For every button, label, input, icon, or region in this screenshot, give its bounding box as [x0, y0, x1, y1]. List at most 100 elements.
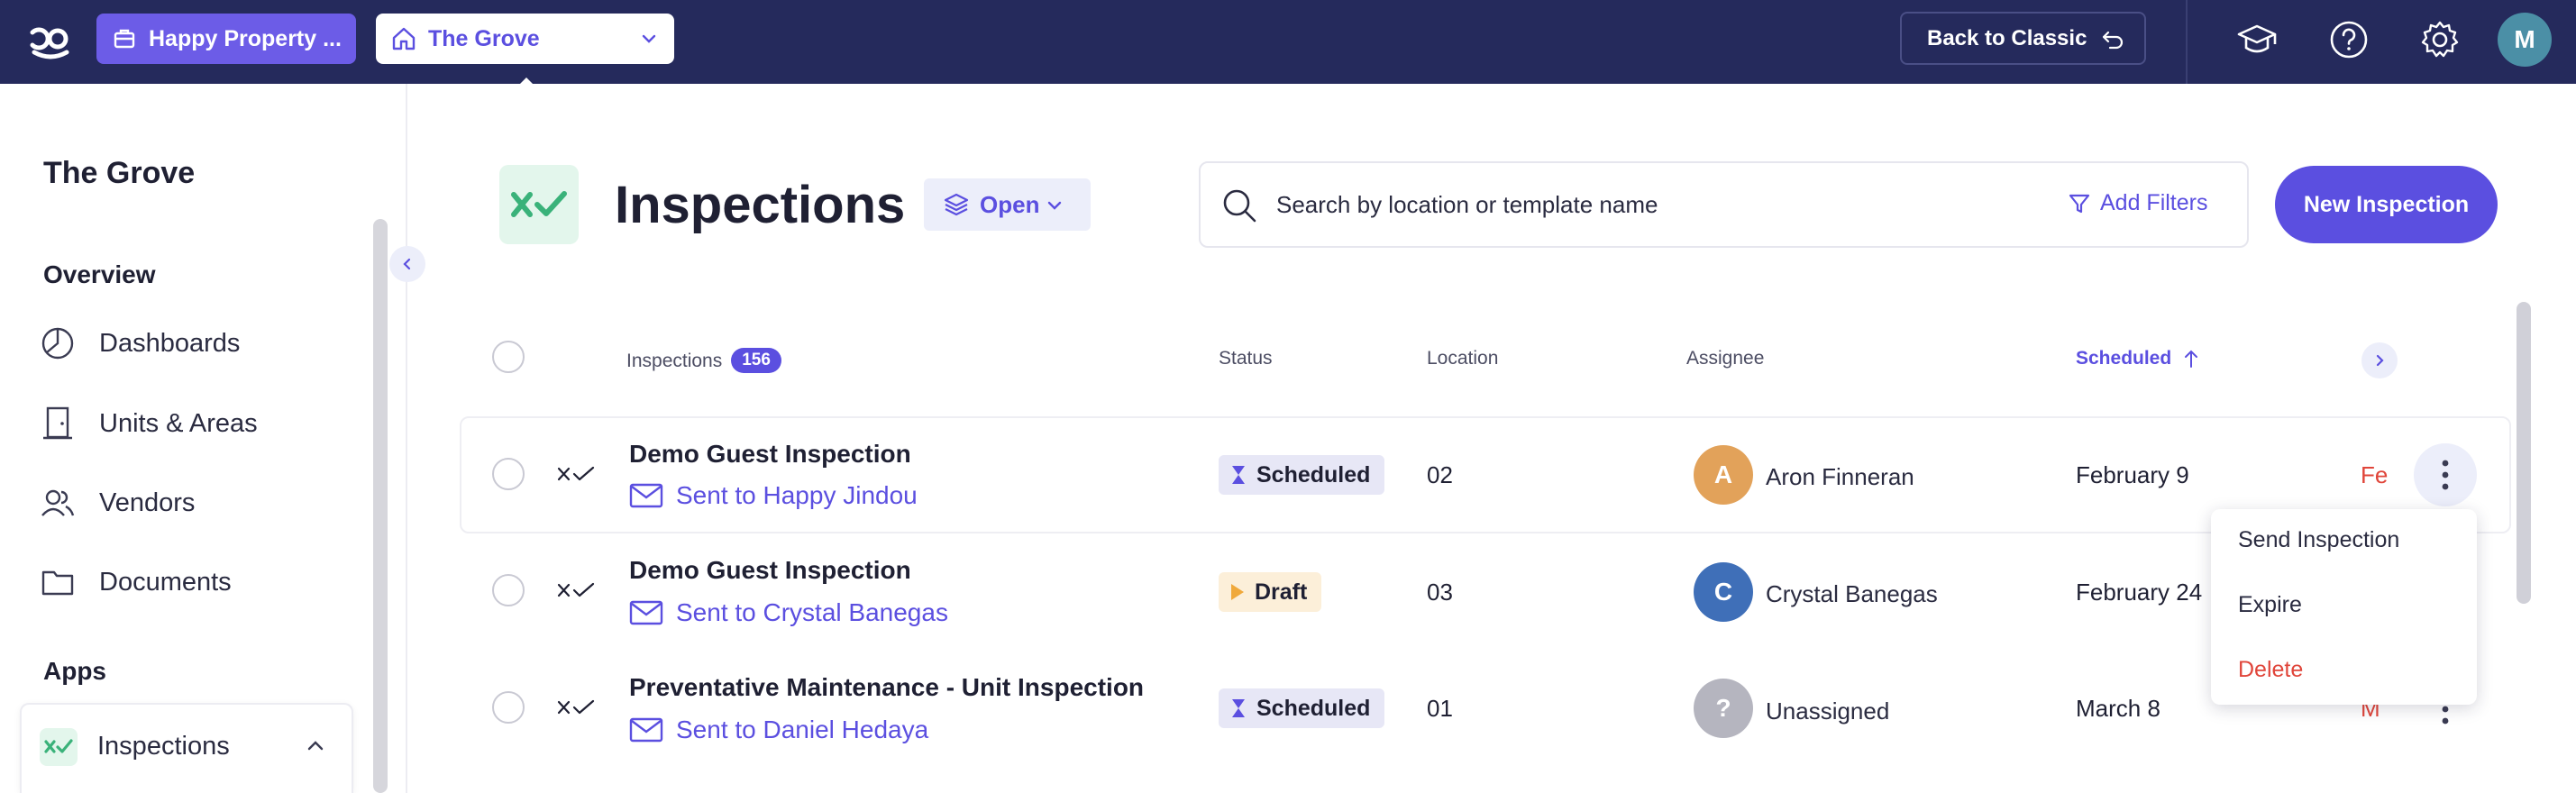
column-header-label: Scheduled	[2076, 348, 2172, 369]
status-filter-dropdown[interactable]: Open	[924, 178, 1091, 231]
sidebar-section-overview: Overview	[43, 260, 156, 288]
inspection-type-icon	[557, 466, 595, 481]
column-header-assignee[interactable]: Assignee	[1686, 348, 1764, 369]
column-header-status[interactable]: Status	[1219, 348, 1273, 369]
back-to-classic-button[interactable]: Back to Classic	[1900, 12, 2146, 65]
table-row-highlight[interactable]	[460, 416, 2511, 533]
sidebar-title: The Grove	[43, 156, 196, 190]
folder-icon	[41, 570, 74, 596]
search-icon	[1223, 189, 1256, 223]
menu-item-send-inspection[interactable]: Send Inspection	[2238, 527, 2399, 553]
menu-item-delete[interactable]: Delete	[2238, 657, 2303, 683]
chevron-up-icon[interactable]	[305, 735, 326, 757]
sidebar-item-dashboards[interactable]: Dashboards	[40, 325, 240, 361]
search-input[interactable]	[1276, 185, 1997, 224]
mail-icon	[629, 600, 663, 625]
select-all-checkbox[interactable]	[492, 341, 525, 373]
row-title[interactable]: Preventative Maintenance - Unit Inspecti…	[629, 673, 1144, 702]
sidebar-item-units-areas[interactable]: Units & Areas	[40, 406, 258, 442]
row-location: 03	[1427, 579, 1453, 606]
inspections-app-icon	[40, 728, 78, 766]
status-badge: Draft	[1219, 572, 1322, 612]
gear-icon[interactable]	[2416, 16, 2463, 63]
inspection-type-icon	[557, 699, 595, 715]
chevron-right-icon	[2376, 354, 2384, 367]
inspection-type-icon	[557, 582, 595, 597]
chevron-down-icon	[642, 34, 656, 43]
chevron-left-icon	[403, 258, 411, 270]
sidebar-item-documents[interactable]: Documents	[40, 564, 232, 600]
assignee-avatar: A	[1694, 445, 1753, 505]
row-checkbox[interactable]	[492, 691, 525, 724]
status-badge: Scheduled	[1219, 455, 1385, 495]
sidebar: The Grove Overview Dashboards Units & Ar…	[0, 84, 407, 793]
column-header-location[interactable]: Location	[1427, 348, 1498, 369]
dashboard-icon	[41, 327, 74, 360]
row-sent-to-link[interactable]: Sent to Happy Jindou	[629, 481, 918, 510]
row-due-date: Fe	[2361, 461, 2389, 488]
collapse-sidebar-button[interactable]	[389, 246, 425, 282]
chevron-down-icon	[1047, 201, 1062, 210]
row-scheduled-date: March 8	[2076, 695, 2160, 722]
sidebar-section-apps: Apps	[43, 657, 106, 685]
status-badge: Scheduled	[1219, 688, 1385, 728]
graduation-cap-icon[interactable]	[2233, 16, 2280, 63]
row-sent-to-link[interactable]: Sent to Daniel Hedaya	[629, 716, 928, 744]
sidebar-scrollbar[interactable]	[373, 219, 388, 793]
row-scheduled-date: February 24	[2076, 579, 2203, 606]
row-title[interactable]: Demo Guest Inspection	[629, 556, 911, 585]
status-label: Draft	[1255, 579, 1308, 605]
home-icon	[392, 27, 416, 50]
mail-icon	[629, 717, 663, 743]
row-assignee: Unassigned	[1766, 697, 1890, 725]
row-actions-button[interactable]	[2414, 443, 2477, 506]
column-header-inspections[interactable]: Inspections 156	[626, 348, 781, 373]
row-scheduled-date: February 9	[2076, 461, 2189, 488]
app-logo[interactable]	[27, 16, 74, 63]
main-scrollbar[interactable]	[2517, 302, 2531, 604]
organization-name: Happy Property ...	[149, 25, 342, 51]
add-filters-button[interactable]: Add Filters	[2068, 190, 2207, 216]
status-filter-label: Open	[980, 190, 1040, 218]
search-bar: Add Filters	[1199, 161, 2249, 248]
organization-button[interactable]: Happy Property ...	[96, 14, 356, 64]
sidebar-item-label: Units & Areas	[99, 408, 258, 438]
filter-icon	[2069, 194, 2090, 213]
sidebar-item-inspections[interactable]: Inspections	[20, 703, 353, 793]
undo-icon	[2103, 31, 2124, 49]
row-checkbox[interactable]	[492, 458, 525, 490]
row-title[interactable]: Demo Guest Inspection	[629, 440, 911, 469]
sort-ascending-icon	[2185, 350, 2198, 368]
row-checkbox[interactable]	[492, 574, 525, 606]
hourglass-icon	[1232, 699, 1245, 717]
assignee-avatar: C	[1694, 562, 1753, 622]
status-label: Scheduled	[1256, 461, 1371, 488]
layers-icon	[944, 193, 969, 216]
column-header-scheduled[interactable]: Scheduled	[2076, 348, 2200, 369]
user-avatar[interactable]: M	[2498, 13, 2552, 67]
sidebar-item-vendors[interactable]: Vendors	[40, 485, 195, 521]
column-header-label: Inspections	[626, 351, 723, 371]
row-assignee: Aron Finneran	[1766, 463, 1914, 490]
mail-icon	[629, 483, 663, 508]
hourglass-icon	[1232, 466, 1245, 484]
sent-to-label: Sent to Daniel Hedaya	[676, 716, 929, 743]
help-icon[interactable]	[2325, 16, 2372, 63]
menu-item-expire[interactable]: Expire	[2238, 592, 2302, 618]
briefcase-icon	[114, 29, 135, 49]
sidebar-item-label: Dashboards	[99, 328, 241, 358]
top-navigation-bar: Happy Property ... The Grove Back to Cla…	[0, 0, 2576, 84]
new-inspection-button[interactable]: New Inspection	[2275, 166, 2498, 243]
inspections-count-badge: 156	[731, 348, 781, 373]
back-to-classic-label: Back to Classic	[1927, 25, 2087, 50]
sent-to-label: Sent to Crystal Banegas	[676, 598, 948, 626]
row-assignee: Crystal Banegas	[1766, 580, 1938, 607]
property-select[interactable]: The Grove	[376, 14, 674, 64]
inspections-page-icon	[499, 165, 579, 244]
row-location: 02	[1427, 461, 1453, 488]
row-sent-to-link[interactable]: Sent to Crystal Banegas	[629, 598, 948, 627]
row-location: 01	[1427, 695, 1453, 722]
scroll-columns-right-button[interactable]	[2361, 342, 2398, 378]
sent-to-label: Sent to Happy Jindou	[676, 481, 918, 509]
topbar-divider	[2186, 0, 2188, 84]
